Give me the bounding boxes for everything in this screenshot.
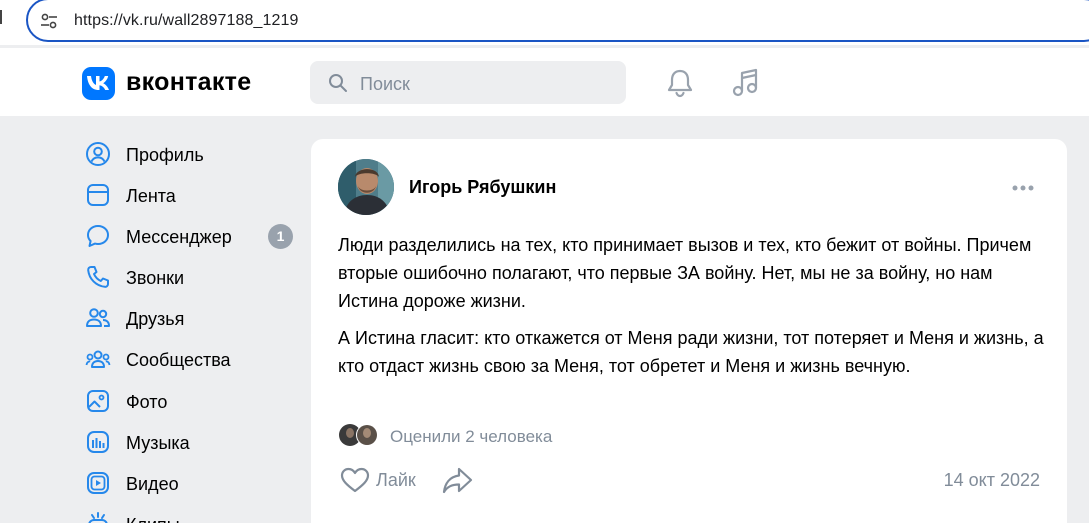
site-settings-icon[interactable] [40,12,58,30]
music-icon [87,431,109,453]
bell-icon[interactable] [666,68,694,98]
unread-count-badge: 1 [268,224,293,249]
sidebar-item-label: Видео [126,474,179,494]
post-date[interactable]: 14 окт 2022 [944,470,1040,491]
wall-post: Игорь Рябушкин Люди разделились на тех, … [311,139,1067,523]
url-text[interactable]: https://vk.ru/wall2897188_1219 [74,12,298,30]
like-label: Лайк [376,470,416,490]
profile-icon [86,142,110,166]
sidebar-item-calls[interactable]: Звонки [85,260,300,298]
search-placeholder: Поиск [360,74,410,94]
browser-toolbar: https://vk.ru/wall2897188_1219 [0,0,1089,45]
post-text: Люди разделились на тех, кто принимает в… [338,231,1048,389]
post-paragraph: А Истина гласит: кто откажется от Меня р… [338,328,1044,376]
sidebar-item-label: Друзья [126,309,185,329]
more-options-icon[interactable] [1011,184,1035,192]
search-input[interactable]: Поиск [310,61,626,104]
video-icon [87,472,109,494]
sidebar-item-label: Звонки [126,268,185,288]
address-bar[interactable]: https://vk.ru/wall2897188_1219 [26,0,1089,42]
friends-icon [86,308,110,327]
post-paragraph: Люди разделились на тех, кто принимает в… [338,235,1032,311]
communities-icon [85,350,111,368]
photo-icon [87,390,109,412]
sidebar-item-friends[interactable]: Друзья [85,301,300,339]
sidebar-item-label: Фото [126,392,168,412]
clips-icon [88,512,108,523]
sidebar-item-communities[interactable]: Сообщества [85,342,300,380]
sidebar-item-messenger[interactable]: Мессенджер 1 [85,219,300,257]
sidebar-item-label: Мессенджер [126,227,232,247]
vk-wordmark[interactable]: вконтакте [126,68,251,97]
left-sidebar: Профиль Лента Мессенджер 1 Звонки Друзья [65,116,305,523]
sidebar-item-video[interactable]: Видео [85,466,300,504]
feed-icon [87,184,109,206]
post-author-name[interactable]: Игорь Рябушкин [409,177,556,198]
sidebar-item-label: Клипы [126,515,180,523]
liked-by-avatars[interactable] [338,423,382,447]
sidebar-item-profile[interactable]: Профиль [85,137,300,175]
heart-icon [340,467,370,493]
author-avatar[interactable] [338,159,394,215]
sidebar-item-music[interactable]: Музыка [85,425,300,463]
music-icon[interactable] [731,68,761,98]
site-header: вконтакте Поиск [0,48,1089,116]
phone-icon [87,266,109,288]
liked-by-text[interactable]: Оценили 2 человека [390,427,552,447]
share-icon[interactable] [441,465,475,495]
like-button[interactable]: Лайк [340,465,425,495]
sidebar-item-label: Лента [126,186,176,206]
sidebar-item-label: Сообщества [126,350,231,370]
sidebar-item-label: Музыка [126,433,190,453]
sidebar-item-label: Профиль [126,145,204,165]
sidebar-item-feed[interactable]: Лента [85,178,300,216]
vk-logo-icon[interactable] [82,67,115,100]
browser-edge-mark [0,10,4,24]
messenger-icon [87,225,109,247]
search-icon [329,74,347,92]
sidebar-item-photo[interactable]: Фото [85,384,300,422]
sidebar-item-clips[interactable]: Клипы [85,507,300,523]
